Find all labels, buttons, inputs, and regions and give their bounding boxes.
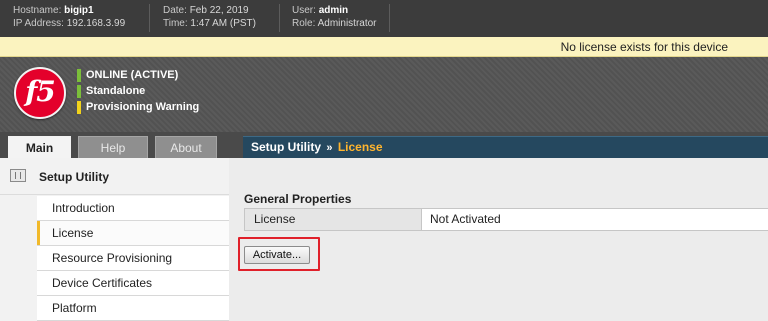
topbar-divider [149, 4, 150, 32]
nav-item-label: License [52, 226, 94, 240]
status-indicator [77, 85, 81, 98]
nav-item-label: Device Certificates [52, 276, 153, 290]
properties-table: License Not Activated [244, 208, 768, 231]
status-provisioning-label: Provisioning Warning [86, 101, 200, 113]
property-value: Not Activated [430, 212, 501, 226]
time-label: Time: [163, 18, 188, 29]
nav-item-device-certificates[interactable]: Device Certificates [37, 271, 229, 296]
selected-indicator [37, 221, 40, 245]
nav-heading[interactable]: Setup Utility [0, 158, 229, 195]
nav-heading-label: Setup Utility [39, 170, 110, 184]
nav-item-resource-provisioning[interactable]: Resource Provisioning [37, 246, 229, 271]
tab-help[interactable]: Help [78, 136, 148, 158]
status-online: ONLINE (ACTIVE) [77, 69, 178, 82]
license-warning-bar: No license exists for this device [0, 37, 768, 57]
logo-text: f5 [25, 75, 56, 108]
section-title: General Properties [244, 192, 352, 206]
f5-logo: f5 [14, 67, 66, 119]
activate-button[interactable]: Activate... [244, 246, 310, 264]
status-indicator [77, 101, 81, 114]
ip-value: 192.168.3.99 [66, 18, 126, 29]
topbar-divider [279, 4, 280, 32]
main-content: General Properties License Not Activated… [229, 158, 768, 321]
user-info: User: admin Role: Administrator [292, 4, 377, 30]
nav-list: Introduction License Resource Provisioni… [37, 196, 229, 321]
breadcrumb-current: License [337, 140, 383, 154]
status-standalone-label: Standalone [86, 85, 146, 97]
nav-item-introduction[interactable]: Introduction [37, 196, 229, 221]
tab-about[interactable]: About [155, 136, 217, 158]
nav-item-license[interactable]: License [37, 221, 229, 246]
page-title-bar: Setup Utility » License [243, 136, 768, 158]
status-standalone: Standalone [77, 85, 145, 98]
hostname-label: Hostname: [13, 5, 62, 16]
role-label: Role: [292, 18, 316, 29]
status-provisioning-warning: Provisioning Warning [77, 101, 199, 114]
hostname-value: bigip1 [64, 5, 94, 16]
license-warning-text: No license exists for this device [560, 40, 728, 54]
date-label: Date: [163, 5, 187, 16]
left-navigation: Setup Utility Introduction License Resou… [0, 158, 229, 321]
time-value: 1:47 AM (PST) [190, 18, 256, 29]
system-info-bar: Hostname: bigip1 IP Address: 192.168.3.9… [0, 0, 768, 37]
status-online-label: ONLINE (ACTIVE) [86, 69, 179, 81]
nav-item-label: Platform [52, 301, 97, 315]
status-indicator [77, 69, 81, 82]
setup-utility-icon [10, 169, 26, 182]
breadcrumb-parent: Setup Utility [251, 140, 322, 154]
property-label: License [245, 209, 422, 230]
user-value: admin [318, 5, 349, 16]
role-value: Administrator [317, 18, 377, 29]
nav-item-platform[interactable]: Platform [37, 296, 229, 321]
tab-row: Main Help About Setup Utility » License [0, 132, 768, 158]
user-label: User: [292, 5, 316, 16]
breadcrumb-separator: » [326, 142, 333, 154]
date-value: Feb 22, 2019 [189, 5, 249, 16]
nav-item-label: Resource Provisioning [52, 251, 173, 265]
header-banner: f5 ONLINE (ACTIVE) Standalone Provisioni… [0, 57, 768, 132]
tab-main[interactable]: Main [8, 136, 71, 158]
datetime-info: Date: Feb 22, 2019 Time: 1:47 AM (PST) [163, 4, 256, 30]
topbar-divider [389, 4, 390, 32]
ip-label: IP Address: [13, 18, 64, 29]
host-info: Hostname: bigip1 IP Address: 192.168.3.9… [13, 4, 125, 30]
nav-item-label: Introduction [52, 201, 115, 215]
